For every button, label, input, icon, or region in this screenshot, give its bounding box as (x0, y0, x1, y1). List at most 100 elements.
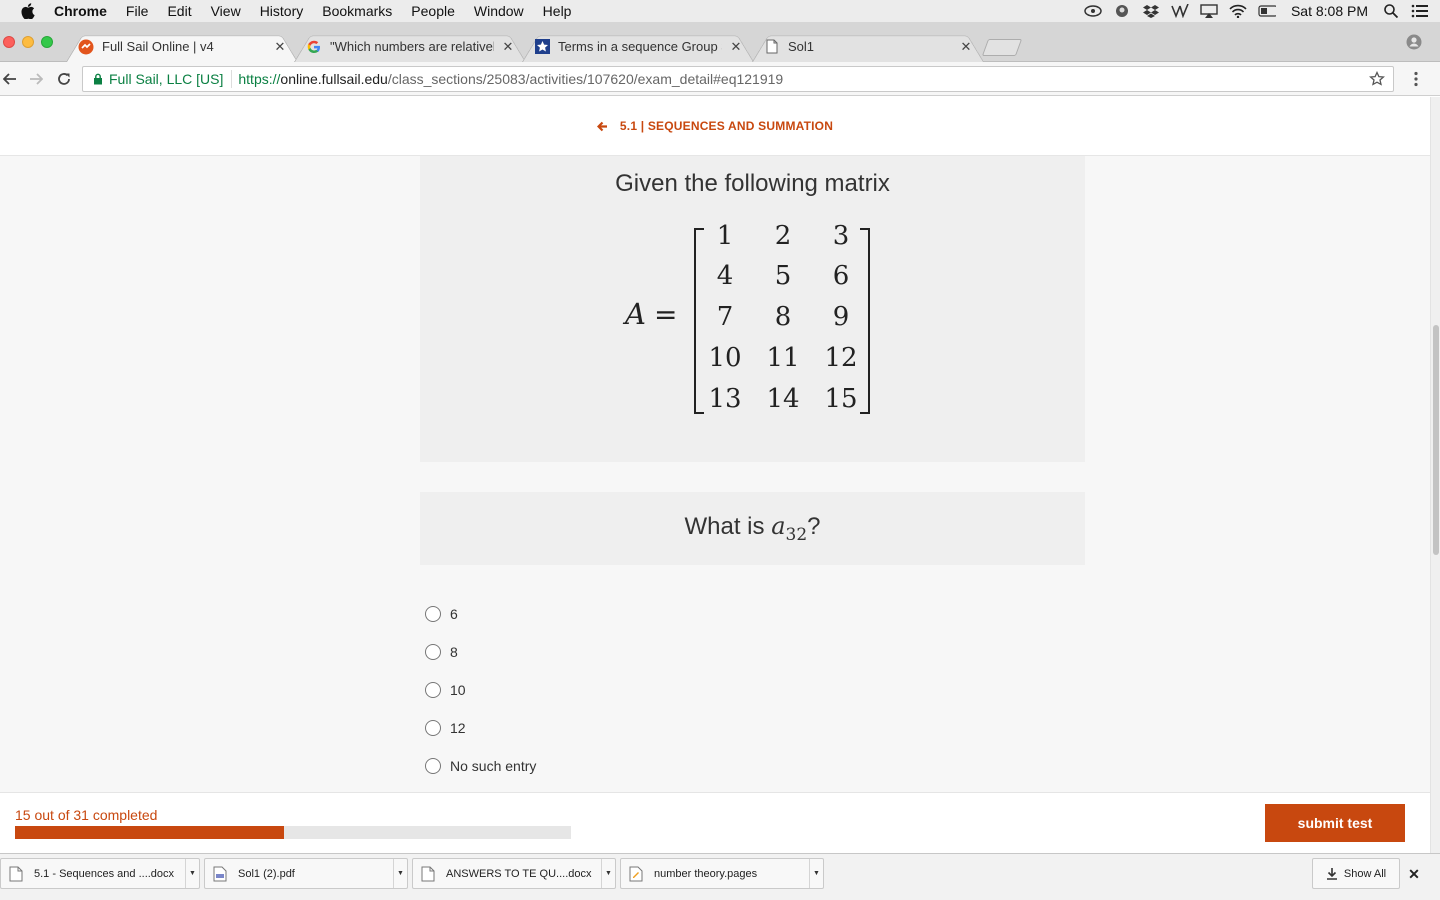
reload-icon[interactable] (54, 69, 74, 89)
download-item[interactable]: 5.1 - Sequences and ....docx ▼ (0, 858, 200, 889)
matrix-equals: = (654, 298, 678, 331)
matrix-cell: 9 (832, 302, 850, 332)
matrix-cell: 7 (716, 302, 734, 332)
download-item[interactable]: ANSWERS TO TE QU....docx ▼ (412, 858, 616, 889)
window-minimize-button[interactable] (22, 36, 34, 48)
menubar-clock[interactable]: Sat 8:08 PM (1291, 3, 1368, 19)
download-menu-icon[interactable]: ▼ (809, 859, 823, 888)
option-label: 12 (450, 720, 466, 736)
answer-option[interactable]: 6 (425, 595, 536, 633)
menu-people[interactable]: People (411, 3, 455, 19)
page-content: 5.1 | SEQUENCES AND SUMMATION Given the … (0, 97, 1430, 853)
download-item[interactable]: Sol1 (2).pdf ▼ (204, 858, 408, 889)
progress-bar (15, 826, 571, 839)
url-scheme: https:// (238, 71, 281, 87)
radio-button[interactable] (425, 720, 441, 736)
download-item[interactable]: number theory.pages ▼ (620, 858, 824, 889)
matrix-cell: 6 (832, 261, 850, 291)
tab-google-search[interactable]: "Which numbers are relatively ✕ (294, 31, 526, 62)
menu-window[interactable]: Window (474, 3, 524, 19)
download-filename: ANSWERS TO TE QU....docx (446, 867, 592, 880)
star-badge-icon (534, 39, 550, 55)
chrome-menu-icon[interactable] (1414, 71, 1418, 87)
download-shelf: 5.1 - Sequences and ....docx ▼ Sol1 (2).… (0, 853, 1440, 900)
notification-center-icon[interactable] (1411, 4, 1429, 18)
profile-icon[interactable] (1406, 34, 1422, 50)
dropbox-icon[interactable] (1142, 4, 1160, 18)
mac-menubar: Chrome File Edit View History Bookmarks … (0, 0, 1440, 22)
new-tab-button[interactable] (981, 39, 1023, 56)
download-menu-icon[interactable]: ▼ (601, 859, 615, 888)
tab-title: Sol1 (788, 39, 815, 54)
submit-test-button[interactable]: submit test (1265, 804, 1405, 842)
browser-toolbar: Full Sail, LLC [US] https:// online.full… (0, 62, 1440, 96)
close-tab-icon[interactable]: ✕ (960, 39, 972, 55)
answer-option[interactable]: 8 (425, 633, 536, 671)
menu-file[interactable]: File (126, 3, 149, 19)
download-filename: number theory.pages (654, 867, 758, 880)
close-shelf-icon[interactable]: ✕ (1406, 866, 1422, 882)
address-bar[interactable]: Full Sail, LLC [US] https:// online.full… (82, 66, 1394, 92)
prompt-suffix: ? (807, 513, 821, 541)
pdf-icon (213, 866, 227, 881)
answer-options: 6 8 10 12 No such entry (425, 595, 536, 785)
menu-history[interactable]: History (260, 3, 304, 19)
airplay-icon[interactable] (1200, 4, 1218, 18)
tab-sol1[interactable]: Sol1 ✕ (752, 31, 984, 62)
spotlight-search-icon[interactable] (1382, 4, 1400, 18)
creative-cloud-icon[interactable] (1084, 4, 1102, 18)
answer-option[interactable]: No such entry (425, 747, 536, 785)
user-status-icon[interactable] (1113, 4, 1131, 18)
window-close-button[interactable] (3, 36, 15, 48)
bookmark-star-icon[interactable] (1369, 70, 1385, 87)
secure-lock-icon[interactable] (91, 72, 105, 86)
matrix-cell: 12 (824, 343, 858, 373)
forward-arrow-icon[interactable] (26, 69, 46, 89)
download-menu-icon[interactable]: ▼ (393, 859, 407, 888)
menu-view[interactable]: View (211, 3, 241, 19)
matrix-cell: 4 (716, 261, 734, 291)
page-scrollbar[interactable] (1430, 97, 1440, 853)
radio-button[interactable] (425, 682, 441, 698)
back-arrow-icon[interactable] (0, 69, 20, 89)
close-tab-icon[interactable]: ✕ (502, 39, 514, 55)
radio-button[interactable] (425, 758, 441, 774)
matrix-A: A = 1 2 3 4 5 6 7 8 9 10 11 12 13 14 15 (620, 221, 890, 416)
answer-option[interactable]: 10 (425, 671, 536, 709)
matrix-cell: 10 (708, 343, 742, 373)
tab-title: Full Sail Online | v4 (102, 39, 214, 54)
menu-edit[interactable]: Edit (167, 3, 191, 19)
page-header: 5.1 | SEQUENCES AND SUMMATION (0, 97, 1430, 156)
question-prompt-card: What is a32? (420, 492, 1085, 565)
progress-bar-fill (15, 826, 284, 839)
battery-icon[interactable] (1258, 4, 1276, 18)
document-icon (421, 866, 435, 881)
close-tab-icon[interactable]: ✕ (274, 39, 286, 55)
download-menu-icon[interactable]: ▼ (185, 859, 199, 888)
answer-option[interactable]: 12 (425, 709, 536, 747)
exam-footer: 15 out of 31 completed submit test (0, 792, 1430, 853)
apple-menu-icon[interactable] (20, 3, 36, 19)
menu-help[interactable]: Help (543, 3, 572, 19)
matrix-name: A (625, 297, 646, 331)
close-tab-icon[interactable]: ✕ (730, 39, 742, 55)
back-to-module-link[interactable]: 5.1 | SEQUENCES AND SUMMATION (596, 119, 833, 133)
menu-chrome[interactable]: Chrome (54, 3, 107, 19)
scrollbar-thumb[interactable] (1433, 325, 1439, 555)
tab-full-sail-online[interactable]: Full Sail Online | v4 ✕ (66, 31, 298, 62)
omnibox-divider (231, 70, 233, 88)
show-all-downloads-button[interactable]: Show All (1312, 858, 1400, 889)
window-zoom-button[interactable] (41, 36, 53, 48)
menu-bookmarks[interactable]: Bookmarks (322, 3, 392, 19)
site-identity[interactable]: Full Sail, LLC [US] (109, 71, 223, 87)
tab-terms-in-sequence[interactable]: Terms in a sequence Group 3 c ✕ (522, 31, 754, 62)
radio-button[interactable] (425, 644, 441, 660)
download-filename: Sol1 (2).pdf (238, 867, 295, 880)
url-path: /class_sections/25083/activities/107620/… (387, 71, 784, 87)
vectorworks-icon[interactable] (1171, 4, 1189, 18)
wifi-icon[interactable] (1229, 4, 1247, 18)
back-arrow-icon (596, 120, 609, 132)
download-icon (1326, 868, 1337, 880)
google-icon (306, 39, 322, 55)
radio-button[interactable] (425, 606, 441, 622)
